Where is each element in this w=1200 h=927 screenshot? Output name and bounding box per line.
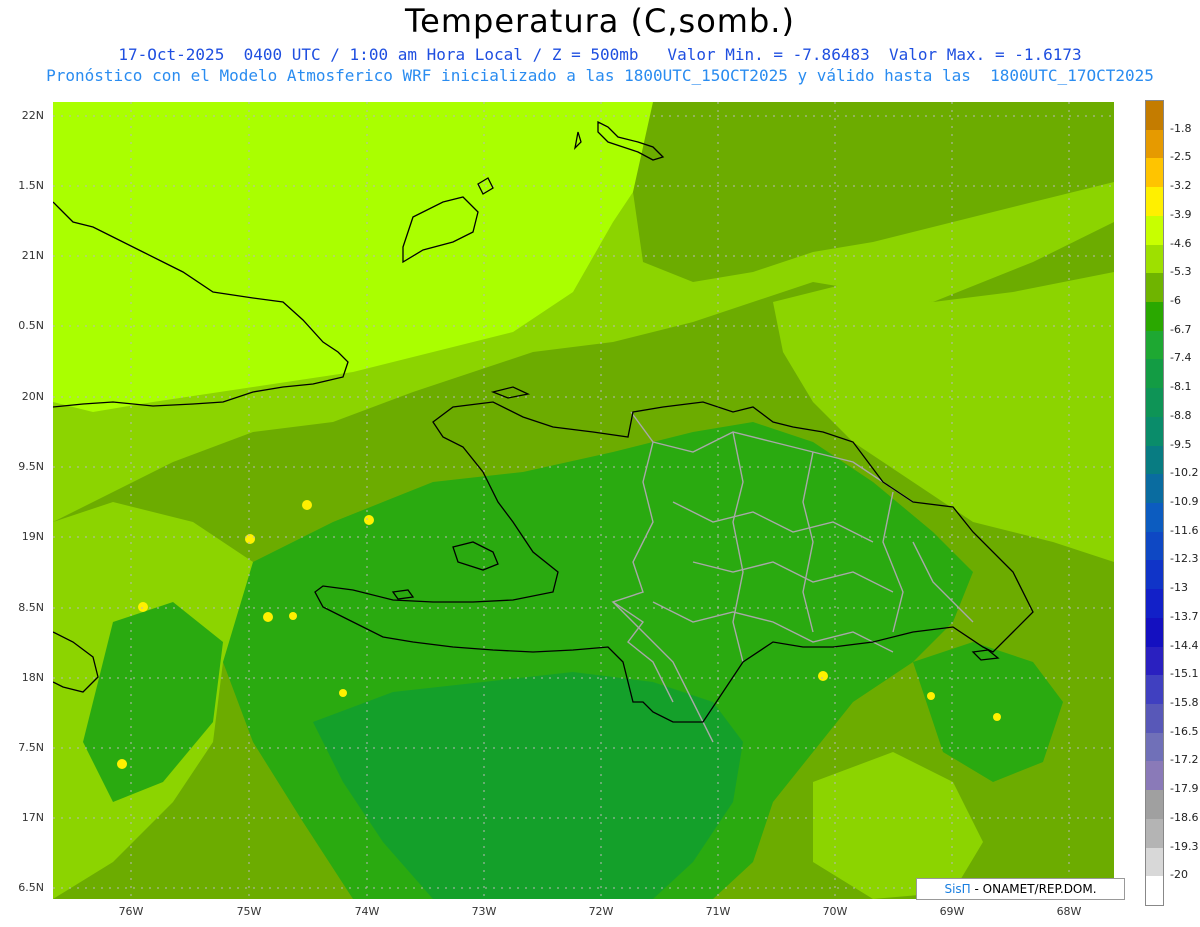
color-scale-swatch (1146, 732, 1163, 762)
color-scale-swatch (1146, 704, 1163, 734)
color-scale-swatch (1146, 503, 1163, 533)
color-scale-label: -19.3 (1170, 839, 1199, 853)
color-scale-swatch (1146, 761, 1163, 791)
lat-label: 1.5N (18, 179, 44, 192)
color-scale-swatch (1146, 215, 1163, 246)
color-scale-swatch (1146, 847, 1163, 877)
chart-title: Temperatura (C,somb.) (405, 2, 795, 40)
color-scale-bar (1145, 100, 1164, 906)
lat-label: 17N (21, 811, 44, 824)
color-scale-label: -6 (1170, 294, 1181, 307)
color-scale-label: -14.4 (1170, 638, 1199, 652)
color-scale-swatch (1146, 302, 1163, 332)
color-scale-swatch (1146, 244, 1163, 274)
color-scale-swatch (1146, 818, 1163, 849)
color-scale-swatch (1146, 876, 1163, 906)
color-scale-label: -6.7 (1170, 322, 1192, 336)
color-scale-swatch (1146, 589, 1163, 619)
color-scale-swatch (1146, 790, 1163, 820)
color-scale-swatch (1146, 617, 1163, 648)
credit-brand: SisΠ (944, 882, 971, 896)
map-area (53, 102, 1114, 899)
color-scale-label: -13 (1170, 581, 1188, 595)
model-info-line: Pronóstico con el Modelo Atmosferico WRF… (46, 66, 1154, 85)
color-scale-label: -20 (1170, 868, 1188, 882)
lat-label: 20N (21, 390, 44, 403)
color-scale-swatch (1146, 474, 1163, 504)
lon-label: 71W (705, 905, 731, 918)
color-scale-label: -15.1 (1170, 667, 1199, 681)
color-scale-swatch (1146, 129, 1163, 159)
color-scale-label: -10.2 (1170, 466, 1199, 480)
color-scale-label: -10.9 (1170, 495, 1199, 508)
lat-label: 8.5N (18, 601, 44, 614)
lon-label: 76W (118, 905, 144, 918)
color-scale-label: -2.5 (1170, 150, 1192, 164)
lat-label: 18N (21, 671, 44, 684)
color-scale-swatch (1146, 273, 1163, 303)
color-scale-label: -17.2 (1170, 753, 1199, 767)
color-scale-swatch (1146, 416, 1163, 447)
lon-label: 68W (1056, 905, 1082, 918)
color-scale-swatch (1146, 560, 1163, 590)
lon-label: 70W (822, 905, 848, 918)
lat-label: 19N (21, 530, 44, 543)
lat-label: 6.5N (18, 881, 44, 894)
lon-label: 69W (939, 905, 965, 918)
color-scale-label: -9.5 (1170, 437, 1192, 451)
credit-text: - ONAMET/REP.DOM. (970, 882, 1097, 896)
color-scale-swatch (1146, 359, 1163, 389)
color-scale-label: -8.8 (1170, 408, 1192, 422)
color-scale-label: -18.6 (1170, 810, 1199, 824)
lat-label: 9.5N (18, 460, 44, 473)
lat-label: 21N (21, 249, 44, 262)
color-scale-swatch (1146, 158, 1163, 188)
credit-box: SisΠ - ONAMET/REP.DOM. (916, 878, 1125, 900)
color-scale-label: -5.3 (1170, 265, 1192, 279)
lat-label: 0.5N (18, 319, 44, 332)
color-scale-swatch (1146, 388, 1163, 418)
color-scale-label: -7.4 (1170, 351, 1192, 365)
lat-label: 7.5N (18, 741, 44, 754)
lon-label: 73W (471, 905, 497, 918)
color-scale-label: -8.1 (1170, 380, 1192, 394)
lat-label: 22N (21, 109, 44, 122)
color-scale-label: -15.8 (1170, 696, 1199, 709)
color-scale-swatch (1146, 101, 1163, 131)
lon-label: 74W (354, 905, 380, 918)
lon-label: 75W (236, 905, 262, 918)
lon-label: 72W (588, 905, 614, 918)
color-scale-label: -3.2 (1170, 179, 1192, 193)
color-scale-swatch (1146, 646, 1163, 676)
color-scale-swatch (1146, 187, 1163, 217)
color-scale-label: -11.6 (1170, 523, 1199, 537)
color-scale-label: -3.9 (1170, 207, 1192, 221)
color-scale-swatch (1146, 330, 1163, 360)
temperature-map (53, 102, 1114, 899)
color-scale-label: -1.8 (1170, 121, 1192, 135)
color-scale-label: -17.9 (1170, 782, 1199, 796)
color-scale-swatch (1146, 531, 1163, 561)
forecast-info-line: 17-Oct-2025 0400 UTC / 1:00 am Hora Loca… (118, 45, 1082, 64)
color-scale-label: -4.6 (1170, 236, 1192, 250)
color-scale-swatch (1146, 675, 1163, 705)
color-scale-swatch (1146, 445, 1163, 475)
color-scale-label: -16.5 (1170, 724, 1199, 738)
color-scale-label: -13.7 (1170, 609, 1199, 623)
color-scale-label: -12.3 (1170, 552, 1199, 566)
